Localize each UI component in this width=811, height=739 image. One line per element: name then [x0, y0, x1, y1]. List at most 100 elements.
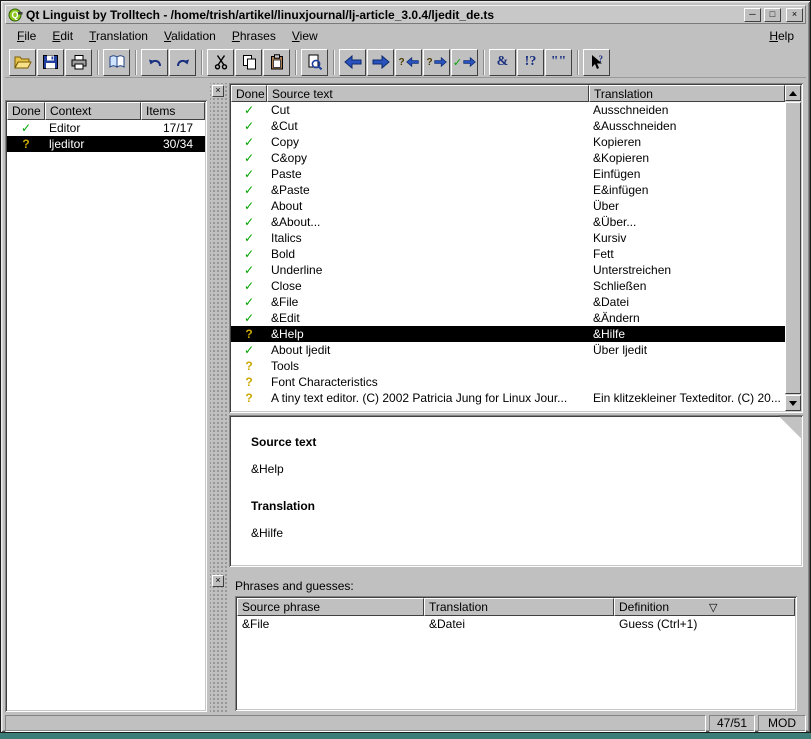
vertical-scrollbar[interactable]: [785, 85, 801, 411]
menu-view[interactable]: View: [284, 27, 326, 45]
copy-button[interactable]: [235, 49, 262, 76]
message-row[interactable]: ✓&Cut&Ausschneiden: [231, 118, 785, 134]
context-row[interactable]: ? ljeditor 30/34: [7, 136, 205, 152]
menu-validation[interactable]: Validation: [156, 27, 224, 45]
menu-phrases[interactable]: Phrases: [224, 27, 284, 45]
status-mark-icon: ?: [7, 136, 45, 152]
message-row[interactable]: ✓CutAusschneiden: [231, 102, 785, 118]
toolbar-separator: [135, 50, 137, 75]
translation-input[interactable]: &Hilfe: [251, 526, 773, 540]
close-button[interactable]: ×: [786, 8, 803, 22]
status-mark-icon: ✓: [231, 262, 267, 278]
source-text-cell: Copy: [267, 134, 589, 150]
message-row[interactable]: ✓AboutÜber: [231, 198, 785, 214]
toolbar-separator: [483, 50, 485, 75]
title-bar[interactable]: Q Qt Linguist by Trolltech - /home/trish…: [5, 5, 806, 24]
message-row[interactable]: ✓UnderlineUnterstreichen: [231, 262, 785, 278]
message-row[interactable]: ✓PasteEinfügen: [231, 166, 785, 182]
message-row[interactable]: ✓C&opy&Kopieren: [231, 150, 785, 166]
menu-help[interactable]: Help: [761, 27, 802, 45]
toolbar-separator: [97, 50, 99, 75]
paste-button[interactable]: [263, 49, 290, 76]
find-button[interactable]: [301, 49, 328, 76]
prev-button[interactable]: [339, 49, 366, 76]
phrase-row[interactable]: &File &Datei Guess (Ctrl+1): [237, 616, 795, 632]
message-row[interactable]: ✓&File&Datei: [231, 294, 785, 310]
scroll-up-button[interactable]: [785, 85, 801, 101]
header-translation[interactable]: Translation: [589, 85, 785, 102]
message-row[interactable]: ✓CloseSchließen: [231, 278, 785, 294]
definition-cell: Guess (Ctrl+1): [614, 616, 795, 632]
header-source-phrase[interactable]: Source phrase: [237, 598, 424, 616]
prev-unfinished-button[interactable]: ?: [395, 49, 422, 76]
menu-file[interactable]: File: [9, 27, 44, 45]
header-source-text[interactable]: Source text: [267, 85, 589, 102]
translation-label: Translation: [251, 499, 773, 513]
message-row[interactable]: ✓ItalicsKursiv: [231, 230, 785, 246]
scroll-down-icon: [789, 401, 797, 406]
message-row[interactable]: ?&Help&Hilfe: [231, 326, 785, 342]
redo-icon: [175, 54, 191, 70]
source-text-cell: Paste: [267, 166, 589, 182]
dock-close-button[interactable]: ×: [212, 85, 224, 97]
translation-cell: Ein klitzekleiner Texteditor. (C) 20...: [589, 390, 785, 406]
source-text-cell: About: [267, 198, 589, 214]
message-row[interactable]: ?Font Characteristics: [231, 374, 785, 390]
context-row[interactable]: ✓ Editor 17/17: [7, 120, 205, 136]
source-text-cell: About ljedit: [267, 342, 589, 358]
phrases-panel: Source phrase Translation Definition ▽ &…: [235, 596, 797, 711]
next-unfinished-button[interactable]: ?: [423, 49, 450, 76]
print-button[interactable]: [65, 49, 92, 76]
message-row[interactable]: ✓&Edit&Ändern: [231, 310, 785, 326]
whatsthis-cursor-icon: ?: [589, 54, 605, 70]
open-button[interactable]: [9, 49, 36, 76]
message-row[interactable]: ✓&About...&Über...: [231, 214, 785, 230]
save-button[interactable]: [37, 49, 64, 76]
next-button[interactable]: [367, 49, 394, 76]
source-text-cell: Close: [267, 278, 589, 294]
prev-arrow-icon: [344, 54, 362, 70]
message-row[interactable]: ✓CopyKopieren: [231, 134, 785, 150]
message-row[interactable]: ✓BoldFett: [231, 246, 785, 262]
message-row[interactable]: ?A tiny text editor. (C) 2002 Patricia J…: [231, 390, 785, 406]
header-context[interactable]: Context: [45, 102, 141, 120]
accelerators-toggle[interactable]: &: [489, 49, 516, 76]
source-text-cell: &Edit: [267, 310, 589, 326]
punctuation-toggle[interactable]: !?: [517, 49, 544, 76]
header-done[interactable]: Done: [7, 102, 45, 120]
translation-cell: &Datei: [589, 294, 785, 310]
header-done[interactable]: Done: [231, 85, 267, 102]
dock-handle[interactable]: [210, 83, 227, 712]
phrase-matches-toggle[interactable]: "": [545, 49, 572, 76]
context-name-cell: Editor: [45, 120, 141, 136]
message-row[interactable]: ✓About ljeditÜber ljedit: [231, 342, 785, 358]
minimize-button[interactable]: ─: [744, 8, 761, 22]
context-name-cell: ljeditor: [45, 136, 141, 152]
dock-close-button[interactable]: ×: [212, 575, 224, 587]
source-text-cell: &About...: [267, 214, 589, 230]
phrases-title: Phrases and guesses:: [235, 579, 354, 593]
whatsthis-button[interactable]: ?: [583, 49, 610, 76]
header-items[interactable]: Items: [141, 102, 205, 120]
translation-cell: Kopieren: [589, 134, 785, 150]
phrasebook-icon: [108, 54, 126, 70]
redo-button[interactable]: [169, 49, 196, 76]
done-and-next-button[interactable]: ✓: [451, 49, 478, 76]
cut-button[interactable]: [207, 49, 234, 76]
scroll-down-button[interactable]: [785, 395, 801, 411]
status-mark-icon: ✓: [231, 198, 267, 214]
next-arrow-icon: [372, 54, 390, 70]
maximize-button[interactable]: □: [764, 8, 781, 22]
menu-translation[interactable]: Translation: [81, 27, 156, 45]
undo-button[interactable]: [141, 49, 168, 76]
message-row[interactable]: ?Tools: [231, 358, 785, 374]
header-translation[interactable]: Translation: [424, 598, 614, 616]
message-row[interactable]: ✓&PasteE&infügen: [231, 182, 785, 198]
status-bar: 47/51 MOD: [5, 715, 806, 732]
scroll-thumb[interactable]: [785, 102, 801, 394]
menu-edit[interactable]: Edit: [44, 27, 81, 45]
phrasebook-button[interactable]: [103, 49, 130, 76]
ampersand-icon: &: [497, 54, 509, 70]
header-definition[interactable]: Definition ▽: [614, 598, 795, 616]
question-mark-icon: ?: [398, 57, 404, 68]
